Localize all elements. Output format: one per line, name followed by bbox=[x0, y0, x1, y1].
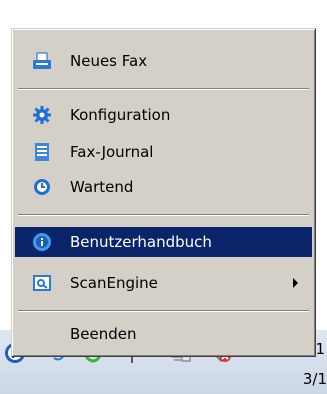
clock-icon bbox=[34, 179, 50, 195]
menu-item-label: ScanEngine bbox=[70, 274, 158, 292]
menu-item-beenden[interactable]: Beenden bbox=[15, 319, 312, 349]
clock-date[interactable]: 3/1 bbox=[295, 370, 327, 388]
submenu-arrow-icon bbox=[293, 278, 298, 288]
menu-separator bbox=[18, 88, 309, 90]
menu-separator bbox=[18, 310, 309, 312]
menu-item-label: Fax-Journal bbox=[70, 143, 154, 161]
menu-item-benutzerhandbuch[interactable]: Benutzerhandbuch bbox=[15, 227, 312, 257]
menu-item-fax-journal[interactable]: Fax-Journal bbox=[15, 137, 312, 167]
gear-icon bbox=[33, 106, 51, 124]
menu-item-label: Benutzerhandbuch bbox=[70, 233, 212, 251]
journal-icon bbox=[35, 143, 49, 161]
menu-item-label: Neues Fax bbox=[70, 52, 148, 70]
menu-item-neues-fax[interactable]: Neues Fax bbox=[15, 46, 312, 76]
info-icon bbox=[33, 233, 51, 251]
menu-item-label: Wartend bbox=[70, 178, 134, 196]
fax-printer-icon bbox=[33, 52, 51, 69]
context-menu: Neues Fax Konfiguration Fax-Journal Wart… bbox=[11, 28, 316, 357]
menu-item-wartend[interactable]: Wartend bbox=[15, 172, 312, 202]
menu-item-label: Beenden bbox=[70, 325, 137, 343]
menu-separator bbox=[18, 214, 309, 216]
scan-icon bbox=[33, 275, 51, 291]
menu-item-scanengine[interactable]: ScanEngine bbox=[15, 268, 312, 298]
menu-item-konfiguration[interactable]: Konfiguration bbox=[15, 100, 312, 130]
menu-item-label: Konfiguration bbox=[70, 106, 171, 124]
